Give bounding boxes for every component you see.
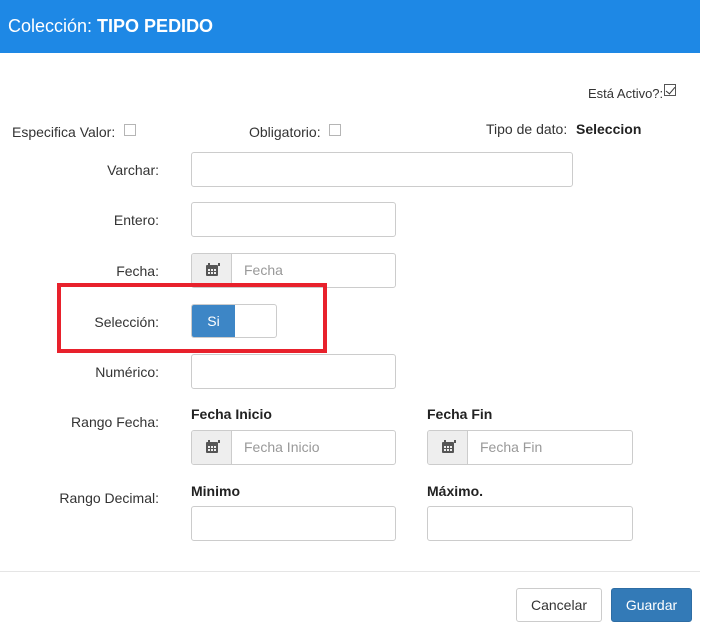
maximo-heading: Máximo. [427,483,484,499]
varchar-label: Varchar: [107,162,159,178]
rango-decimal-label: Rango Decimal: [59,490,159,506]
maximo-input[interactable] [427,506,633,541]
entero-label: Entero: [113,212,159,228]
obligatorio-label: Obligatorio: [249,124,321,140]
tipo-dato-label: Tipo de dato: [486,121,568,137]
especifica-label: Especifica Valor: [12,124,116,140]
fecha-label: Fecha: [116,263,159,279]
calendar-icon [205,263,220,276]
fecha-fin-input[interactable]: Fecha Fin [468,431,542,464]
obligatorio-checkbox[interactable] [329,124,341,136]
minimo-input[interactable] [191,506,396,541]
activo-checkbox[interactable] [664,84,676,96]
activo-label: Está Activo?: [588,86,664,101]
header-prefix: Colección: [8,16,98,36]
fecha-fin-calendar-button[interactable] [428,431,468,464]
fecha-inicio-input[interactable]: Fecha Inicio [232,431,319,464]
calendar-icon [441,440,456,453]
fecha-fin-heading: Fecha Fin [427,406,493,422]
fecha-fin-input-group[interactable]: Fecha Fin [427,430,633,465]
numerico-label: Numérico: [95,364,159,380]
calendar-icon [205,440,220,453]
tipo-dato-value: Seleccion [576,121,642,137]
especifica-checkbox[interactable] [124,124,136,136]
modal-title: TIPO PEDIDO [97,16,214,36]
varchar-input[interactable] [191,152,573,187]
rango-fecha-label: Rango Fecha: [71,414,159,430]
numerico-input[interactable] [191,354,396,389]
minimo-heading: Minimo [191,483,240,499]
cancel-button[interactable]: Cancelar [516,588,602,622]
save-button[interactable]: Guardar [611,588,692,622]
entero-input[interactable] [191,202,396,237]
fecha-inicio-calendar-button[interactable] [192,431,232,464]
modal-header: Colección: TIPO PEDIDO [0,0,700,53]
fecha-inicio-heading: Fecha Inicio [191,406,272,422]
footer-divider [0,571,700,572]
fecha-inicio-input-group[interactable]: Fecha Inicio [191,430,396,465]
highlight-box [57,283,327,353]
